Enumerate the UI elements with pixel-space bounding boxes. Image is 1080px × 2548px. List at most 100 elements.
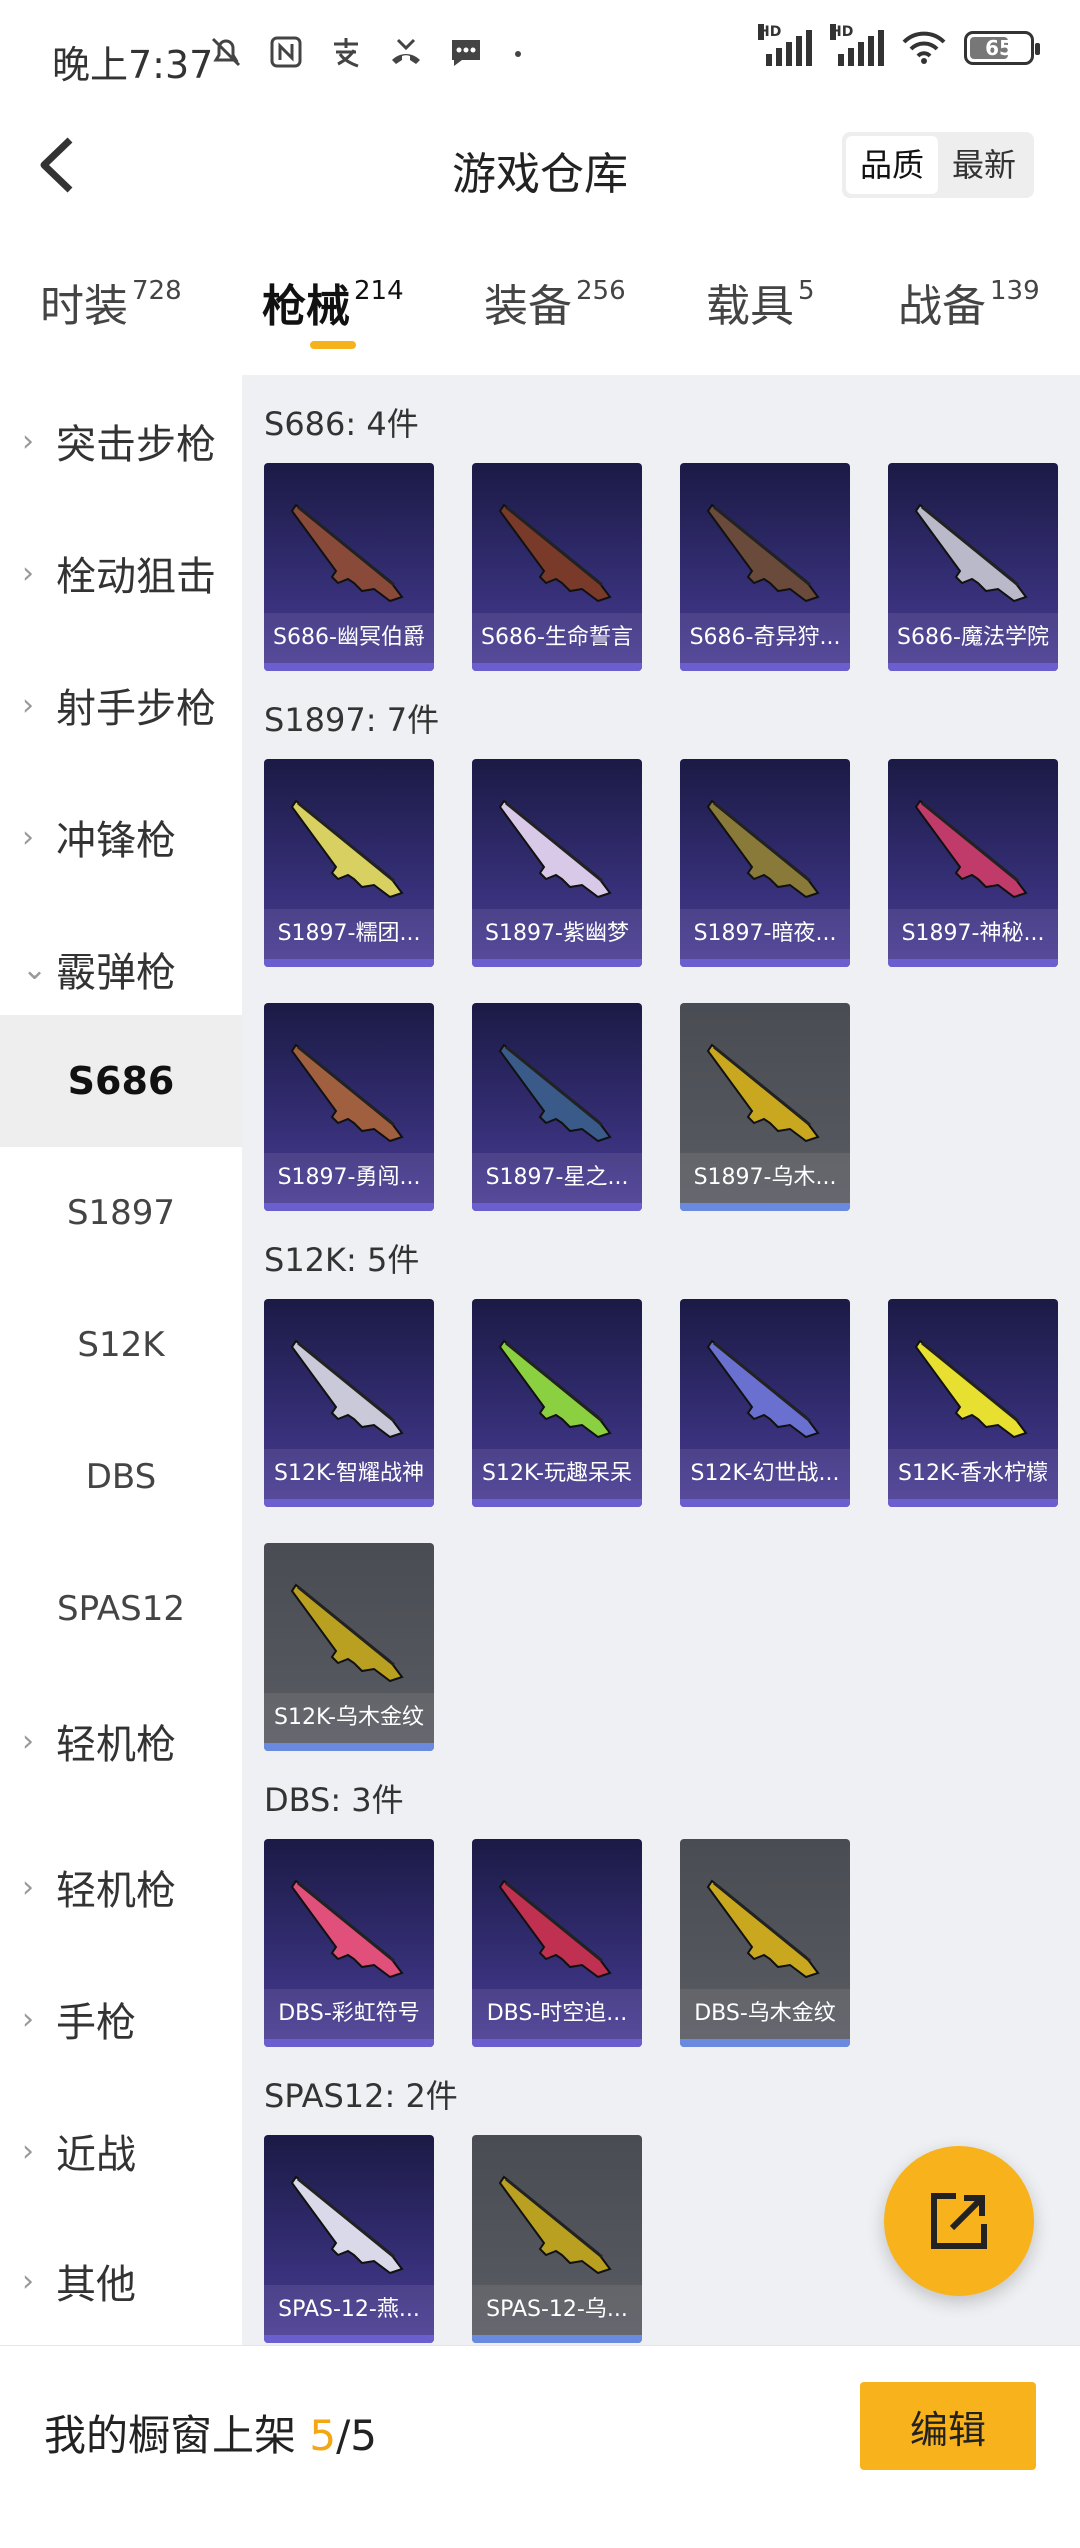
sidebar-item-label: 射手步枪 <box>56 686 216 732</box>
sidebar-item-label: 近战 <box>56 2132 136 2178</box>
sidebar-item-label: S1897 <box>66 1193 176 1233</box>
weapon-name: DBS-时空追... <box>472 1989 642 2039</box>
rarity-bar <box>264 1203 434 1211</box>
sidebar-item-14[interactable]: › 其他 <box>0 2217 242 2345</box>
weapon-icon <box>498 503 612 603</box>
weapon-card[interactable]: S1897-乌木... <box>680 1003 850 1211</box>
rarity-bar <box>472 1499 642 1507</box>
weapon-name: S1897-紫幽梦 <box>472 909 642 959</box>
weapon-card[interactable]: S12K-幻世战... <box>680 1299 850 1507</box>
share-button[interactable] <box>884 2146 1034 2296</box>
weapon-card[interactable]: S12K-智耀战神 <box>264 1299 434 1507</box>
weapon-card[interactable]: S1897-勇闯... <box>264 1003 434 1211</box>
sort-newest-button[interactable]: 最新 <box>938 136 1030 194</box>
tab-firearms[interactable]: 枪械 214 <box>262 270 404 334</box>
sidebar-item-1[interactable]: › 栓动狙击 <box>0 507 242 639</box>
chevron-right-icon: › <box>22 423 34 459</box>
weapon-name: S686-生命誓言 <box>472 613 642 663</box>
signal-icon-2: HD <box>830 24 884 66</box>
weapon-card[interactable]: S1897-紫幽梦 <box>472 759 642 967</box>
weapon-name: S12K-乌木金纹 <box>264 1693 434 1743</box>
rarity-bar <box>264 1743 434 1751</box>
weapon-name: S1897-暗夜... <box>680 909 850 959</box>
weapon-name: S12K-玩趣呆呆 <box>472 1449 642 1499</box>
weapon-icon <box>290 799 404 899</box>
sidebar-item-5[interactable]: S686 <box>0 1015 242 1147</box>
weapon-name: S1897-乌木... <box>680 1153 850 1203</box>
sidebar-item-6[interactable]: S1897 <box>0 1147 242 1279</box>
weapon-icon <box>290 2175 404 2275</box>
weapon-card[interactable]: DBS-乌木金纹 <box>680 1839 850 2047</box>
tab-supplies[interactable]: 战备 139 <box>898 270 1040 334</box>
rarity-bar <box>680 959 850 967</box>
weapon-name: S1897-神秘... <box>888 909 1058 959</box>
weapon-card[interactable]: DBS-彩虹符号 <box>264 1839 434 2047</box>
signal-icon-1: HD <box>758 24 812 66</box>
dot-icon <box>515 51 521 57</box>
app-header: 游戏仓库 品质 最新 <box>0 110 1080 220</box>
sidebar-item-13[interactable]: › 近战 <box>0 2085 242 2217</box>
sidebar-item-8[interactable]: DBS <box>0 1411 242 1543</box>
weapon-card[interactable]: S12K-香水柠檬 <box>888 1299 1058 1507</box>
sidebar-item-label: 冲锋枪 <box>56 818 176 864</box>
rarity-bar <box>680 1499 850 1507</box>
weapon-name: S686-幽冥伯爵 <box>264 613 434 663</box>
sidebar-item-10[interactable]: › 轻机枪 <box>0 1675 242 1807</box>
weapon-card[interactable]: S686-奇异狩... <box>680 463 850 671</box>
rarity-bar <box>472 959 642 967</box>
sidebar-item-2[interactable]: › 射手步枪 <box>0 639 242 771</box>
notification-icons <box>208 34 528 70</box>
tab-vehicles[interactable]: 载具 5 <box>706 270 815 334</box>
weapon-name: S12K-幻世战... <box>680 1449 850 1499</box>
weapon-card[interactable]: S1897-糯团... <box>264 759 434 967</box>
rarity-bar <box>680 1203 850 1211</box>
weapon-card[interactable]: S1897-暗夜... <box>680 759 850 967</box>
sidebar-item-0[interactable]: › 突击步枪 <box>0 375 242 507</box>
rarity-bar <box>888 1499 1058 1507</box>
sidebar-item-11[interactable]: › 轻机枪 <box>0 1821 242 1953</box>
rarity-bar <box>888 959 1058 967</box>
sidebar-item-label: 其他 <box>56 2262 136 2308</box>
weapon-card[interactable]: DBS-时空追... <box>472 1839 642 2047</box>
weapon-card[interactable]: S686-生命誓言 <box>472 463 642 671</box>
chevron-right-icon: › <box>22 1723 34 1759</box>
sidebar-item-12[interactable]: › 手枪 <box>0 1953 242 2085</box>
sidebar-item-label: 手枪 <box>56 2000 136 2046</box>
sort-quality-button[interactable]: 品质 <box>845 136 938 194</box>
section-title: S686: 4件 <box>264 405 419 443</box>
share-icon <box>931 2193 987 2249</box>
weapon-card[interactable]: S686-魔法学院 <box>888 463 1058 671</box>
sidebar-item-7[interactable]: S12K <box>0 1279 242 1411</box>
chevron-right-icon: › <box>22 2263 34 2299</box>
weapon-card[interactable]: S12K-乌木金纹 <box>264 1543 434 1751</box>
weapon-card[interactable]: SPAS-12-乌... <box>472 2135 642 2343</box>
chevron-right-icon: › <box>22 819 34 855</box>
sidebar-item-label: 轻机枪 <box>56 1722 176 1768</box>
sidebar-item-9[interactable]: SPAS12 <box>0 1543 242 1675</box>
weapon-name: DBS-乌木金纹 <box>680 1989 850 2039</box>
weapon-name: S686-奇异狩... <box>680 613 850 663</box>
tab-equipment[interactable]: 装备 256 <box>484 270 626 334</box>
weapon-card[interactable]: SPAS-12-燕... <box>264 2135 434 2343</box>
active-tab-indicator <box>310 341 356 349</box>
weapon-icon <box>706 799 820 899</box>
sidebar-item-label: 栓动狙击 <box>56 554 216 600</box>
category-tabs: 时装 728 枪械 214 装备 256 载具 5 战备 139 <box>0 250 1080 360</box>
tab-fashion[interactable]: 时装 728 <box>40 270 182 334</box>
weapon-card[interactable]: S1897-神秘... <box>888 759 1058 967</box>
weapon-card[interactable]: S1897-星之... <box>472 1003 642 1211</box>
sidebar-item-3[interactable]: › 冲锋枪 <box>0 771 242 903</box>
edit-button[interactable]: 编辑 <box>860 2382 1036 2470</box>
battery-icon: 65 <box>964 31 1040 65</box>
weapon-icon <box>706 1879 820 1979</box>
rarity-bar <box>680 663 850 671</box>
sidebar-item-label: S12K <box>77 1325 165 1365</box>
chevron-right-icon: › <box>22 687 34 723</box>
weapon-card[interactable]: S12K-玩趣呆呆 <box>472 1299 642 1507</box>
showcase-bar: 我的橱窗上架 5/5 编辑 <box>0 2345 1080 2548</box>
payment-icon <box>334 38 359 68</box>
rarity-bar <box>472 663 642 671</box>
status-time: 晚上7:37 <box>52 43 214 87</box>
weapon-card[interactable]: S686-幽冥伯爵 <box>264 463 434 671</box>
weapon-icon <box>498 799 612 899</box>
